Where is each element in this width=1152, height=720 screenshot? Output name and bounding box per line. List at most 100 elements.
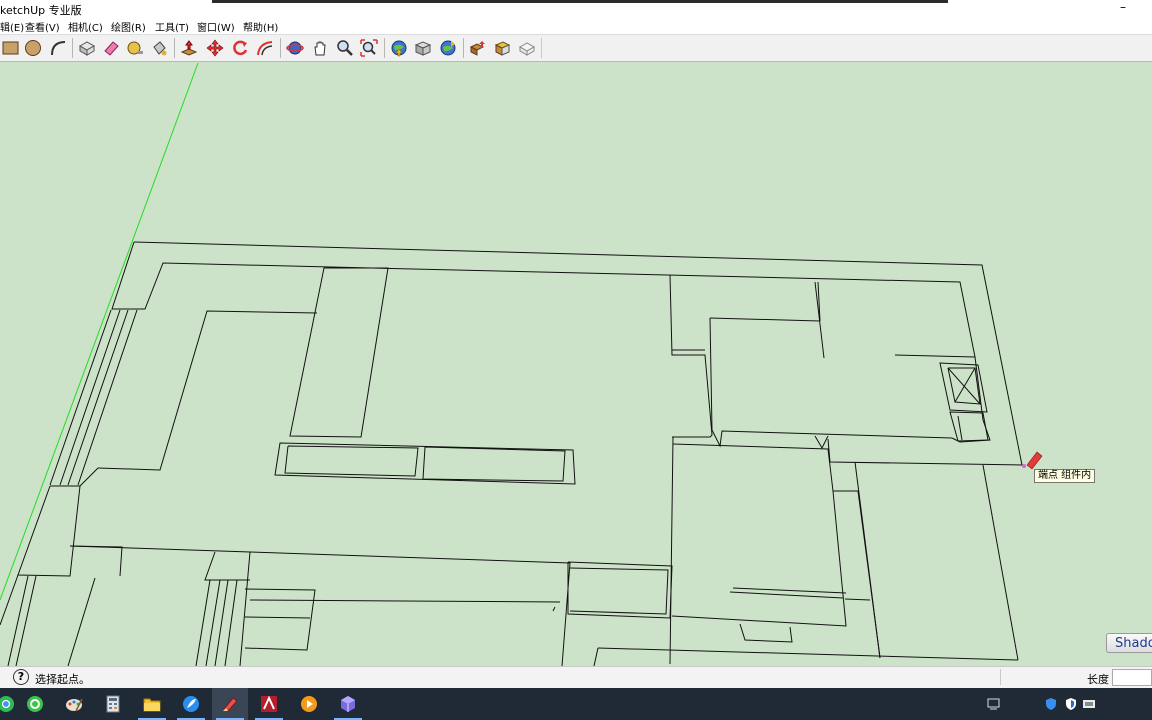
paint-bucket-button[interactable]: [148, 37, 170, 59]
tape-measure-icon: [127, 41, 143, 55]
offset-icon: [257, 41, 273, 56]
pencil-cursor: [1022, 451, 1043, 470]
layout-button[interactable]: [491, 37, 513, 59]
file-explorer-icon: [143, 698, 161, 712]
rectangle-tool-button[interactable]: [0, 37, 22, 59]
menu-edit[interactable]: 辑(E): [0, 19, 24, 34]
zoom-icon: [337, 40, 353, 56]
pan-icon: [314, 41, 326, 56]
make-component-button[interactable]: [76, 37, 98, 59]
taskbar-app-orange[interactable]: [291, 688, 327, 720]
paint-bucket-icon: [153, 41, 167, 56]
taskbar-app-file-explorer[interactable]: [134, 688, 170, 720]
window-title: ketchUp 专业版: [0, 4, 82, 17]
green-app-icon: [27, 696, 43, 712]
style-builder-button[interactable]: [516, 37, 538, 59]
minimize-button[interactable]: –: [1116, 0, 1130, 17]
extension-warehouse-button[interactable]: [467, 37, 489, 59]
make-component-icon: [78, 41, 96, 56]
move-icon: [206, 39, 224, 57]
notification-icon: [987, 698, 1000, 710]
sketchup-icon: [223, 697, 238, 712]
get-models-button[interactable]: [388, 37, 410, 59]
share-component-button[interactable]: [437, 37, 459, 59]
layout-icon: [494, 41, 511, 56]
tape-measure-button[interactable]: [124, 37, 146, 59]
title-bar: ketchUp 专业版 –: [0, 0, 1152, 17]
floorplan-model: [0, 62, 1043, 666]
pan-tool-button[interactable]: [309, 37, 331, 59]
taskbar-app-calculator[interactable]: [95, 688, 131, 720]
main-toolbar: [0, 35, 1152, 62]
taskbar-app-feather[interactable]: [173, 688, 209, 720]
share-model-icon: [414, 41, 432, 56]
circle-icon: [25, 40, 41, 56]
help-icon[interactable]: ?: [13, 669, 29, 685]
eraser-tool-button[interactable]: [100, 37, 122, 59]
windows-taskbar: [0, 688, 1152, 720]
menu-camera[interactable]: 相机(C): [68, 19, 103, 34]
get-models-icon: [391, 40, 407, 57]
circle-tool-button[interactable]: [22, 37, 44, 59]
inference-tooltip: 端点 组件内: [1034, 469, 1096, 483]
cube-app-icon: [341, 696, 355, 712]
taskbar-app-autocad[interactable]: [251, 688, 287, 720]
shadow-tab-label: Shado: [1115, 636, 1152, 651]
menu-draw[interactable]: 绘图(R): [111, 19, 146, 34]
tray-notification[interactable]: [987, 697, 1001, 711]
offset-tool-button[interactable]: [254, 37, 276, 59]
menu-help[interactable]: 帮助(H): [243, 19, 278, 34]
share-component-icon: [440, 40, 456, 56]
feather-app-icon: [183, 696, 199, 712]
shield-icon: [1066, 698, 1076, 710]
security-icon: [1046, 698, 1056, 710]
taskbar-app-cube[interactable]: [330, 688, 366, 720]
zoom-extents-button[interactable]: [358, 37, 380, 59]
green-axis: [0, 62, 199, 601]
menu-window[interactable]: 窗口(W): [197, 19, 235, 34]
rotate-tool-button[interactable]: [229, 37, 251, 59]
orbit-tool-button[interactable]: [284, 37, 306, 59]
zoom-tool-button[interactable]: [334, 37, 356, 59]
toolbar-separator: [280, 38, 281, 58]
drawing-viewport[interactable]: Shado: [0, 62, 1152, 666]
status-divider: [1000, 669, 1001, 685]
move-tool-button[interactable]: [204, 37, 226, 59]
eraser-icon: [104, 41, 119, 56]
menu-tools[interactable]: 工具(T): [155, 19, 189, 34]
arc-icon: [51, 41, 66, 56]
chrome-icon: [0, 696, 14, 712]
keyboard-icon: [1083, 700, 1095, 708]
tray-shield[interactable]: [1064, 697, 1078, 711]
push-pull-button[interactable]: [178, 37, 200, 59]
toolbar-separator: [72, 38, 73, 58]
share-model-button[interactable]: [412, 37, 434, 59]
length-label: 长度: [1087, 673, 1109, 686]
taskbar-app-paint[interactable]: [56, 688, 92, 720]
orange-app-icon: [301, 696, 317, 712]
push-pull-icon: [180, 40, 198, 56]
rectangle-icon: [2, 41, 19, 55]
model-edges: [0, 241, 1023, 666]
status-bar: ? 选择起点。 长度: [0, 666, 1152, 688]
zoom-extents-icon: [360, 39, 378, 57]
tray-keyboard[interactable]: [1082, 697, 1096, 711]
length-input[interactable]: [1112, 669, 1152, 686]
style-builder-icon: [518, 42, 536, 56]
taskbar-app-sketchup[interactable]: [212, 688, 248, 720]
status-text: 选择起点。: [35, 673, 90, 686]
arc-tool-button[interactable]: [47, 37, 69, 59]
rotate-icon: [233, 40, 248, 56]
orbit-icon: [286, 41, 304, 55]
toolbar-end-separator: [541, 38, 542, 58]
toolbar-separator: [463, 38, 464, 58]
shadow-settings-tab[interactable]: Shado: [1106, 633, 1152, 653]
toolbar-separator: [174, 38, 175, 58]
menu-view[interactable]: 查看(V): [25, 19, 60, 34]
taskbar-app-green[interactable]: [17, 688, 53, 720]
menu-bar: 辑(E) 查看(V) 相机(C) 绘图(R) 工具(T) 窗口(W) 帮助(H): [0, 17, 1152, 35]
autocad-icon: [261, 695, 277, 712]
tray-security[interactable]: [1044, 697, 1058, 711]
extension-warehouse-icon: [469, 41, 485, 56]
paint-icon: [66, 698, 83, 712]
